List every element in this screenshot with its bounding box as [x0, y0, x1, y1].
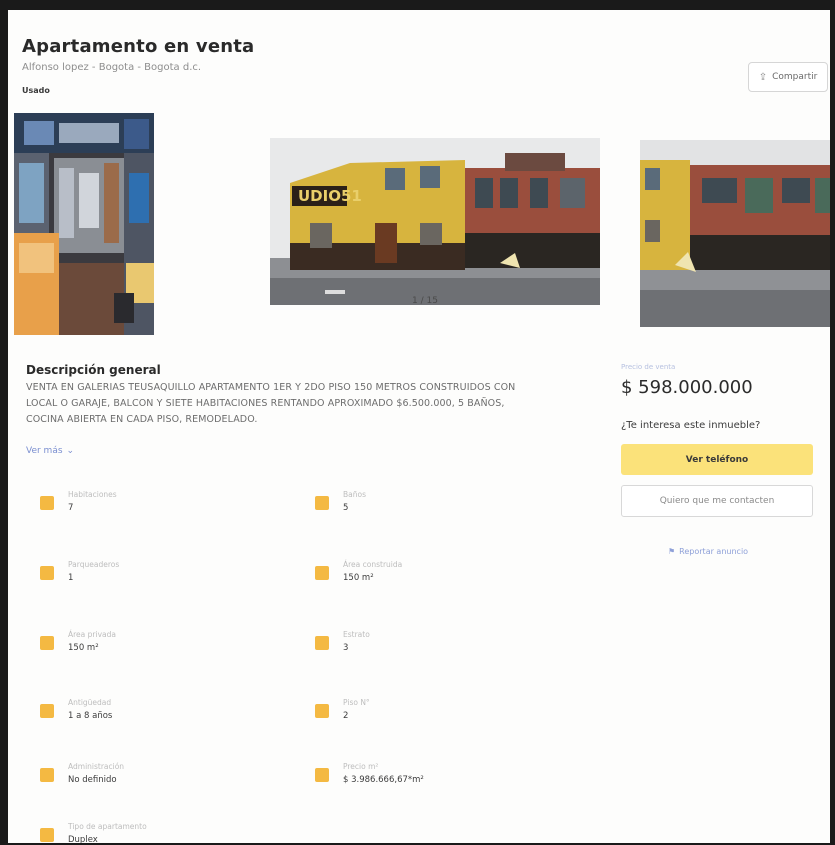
feature-label: Precio m² [343, 762, 379, 771]
feature-bedrooms: Habitaciones 7 [40, 490, 280, 530]
feature-built-area: Área construida 150 m² [315, 560, 555, 600]
feature-floor: Piso N° 2 [315, 698, 555, 738]
tag-icon [315, 768, 329, 782]
location-breadcrumb: Alfonso lopez - Bogota - Bogota d.c. [22, 62, 202, 73]
feature-administration: Administración No definido [40, 762, 280, 802]
money-icon [40, 768, 54, 782]
feature-age: Antigüedad 1 a 8 años [40, 698, 280, 738]
svg-text:UDIO51: UDIO51 [298, 187, 362, 205]
feature-value: 3 [343, 643, 349, 653]
feature-value: Duplex [68, 835, 98, 843]
gallery-photo-main[interactable]: UDIO51 [270, 138, 600, 305]
home-icon [40, 828, 54, 842]
gallery-photo-interior[interactable] [14, 113, 154, 335]
gallery-photo-side[interactable] [640, 140, 830, 327]
share-button[interactable]: ⇪ Compartir [748, 62, 828, 92]
feature-price-per-m2: Precio m² $ 3.986.666,67*m² [315, 762, 555, 802]
house-icon [315, 636, 329, 650]
gallery-counter: 1 / 15 [412, 296, 438, 306]
feature-label: Parqueaderos [68, 560, 120, 569]
page-title: Apartamento en venta [22, 36, 255, 57]
flag-icon: ⚑ [668, 547, 676, 556]
view-phone-button[interactable]: Ver teléfono [621, 444, 813, 475]
area-icon [315, 566, 329, 580]
share-label: Compartir [772, 72, 818, 82]
feature-label: Administración [68, 762, 125, 771]
feature-label: Tipo de apartamento [68, 822, 147, 831]
feature-value: 7 [68, 503, 74, 513]
chevron-down-icon: ⌄ [66, 446, 75, 456]
feature-bathrooms: Baños 5 [315, 490, 555, 530]
contact-me-button[interactable]: Quiero que me contacten [621, 485, 813, 517]
description-text: VENTA EN GALERIAS TEUSAQUILLO APARTAMENT… [26, 382, 516, 425]
feature-apartment-type: Tipo de apartamento Duplex [40, 822, 280, 843]
bath-icon [315, 496, 329, 510]
car-icon [40, 566, 54, 580]
feature-value: 2 [343, 711, 349, 721]
floor-icon [315, 704, 329, 718]
feature-private-area: Área privada 150 m² [40, 630, 280, 670]
description-heading: Descripción general [26, 363, 161, 377]
feature-label: Área construida [343, 560, 403, 569]
feature-value: 150 m² [68, 643, 99, 653]
listing-page: Apartamento en venta Alfonso lopez - Bog… [8, 10, 830, 843]
feature-label: Habitaciones [68, 490, 117, 499]
feature-parking: Parqueaderos 1 [40, 560, 280, 600]
see-more-label: Ver más [26, 446, 63, 456]
interest-question: ¿Te interesa este inmueble? [621, 420, 761, 431]
bed-icon [40, 496, 54, 510]
feature-value: 150 m² [343, 573, 374, 583]
report-label: Reportar anuncio [679, 547, 749, 556]
feature-value: No definido [68, 775, 117, 785]
feature-label: Antigüedad [68, 698, 112, 707]
feature-value: 1 a 8 años [68, 711, 113, 721]
price-label: Precio de venta [621, 363, 676, 371]
listing-price: $ 598.000.000 [621, 377, 753, 398]
feature-stratum: Estrato 3 [315, 630, 555, 670]
ruler-icon [40, 636, 54, 650]
condition-badge: Usado [22, 86, 50, 95]
share-icon: ⇪ [758, 71, 768, 83]
feature-label: Área privada [68, 630, 116, 639]
feature-label: Baños [343, 490, 366, 499]
feature-value: 1 [68, 573, 74, 583]
report-listing-link[interactable]: ⚑ Reportar anuncio [668, 547, 748, 556]
feature-label: Estrato [343, 630, 370, 639]
feature-value: 5 [343, 503, 349, 513]
see-more-link[interactable]: Ver más ⌄ [26, 446, 74, 456]
feature-label: Piso N° [343, 698, 370, 707]
clock-icon [40, 704, 54, 718]
feature-value: $ 3.986.666,67*m² [343, 775, 424, 785]
